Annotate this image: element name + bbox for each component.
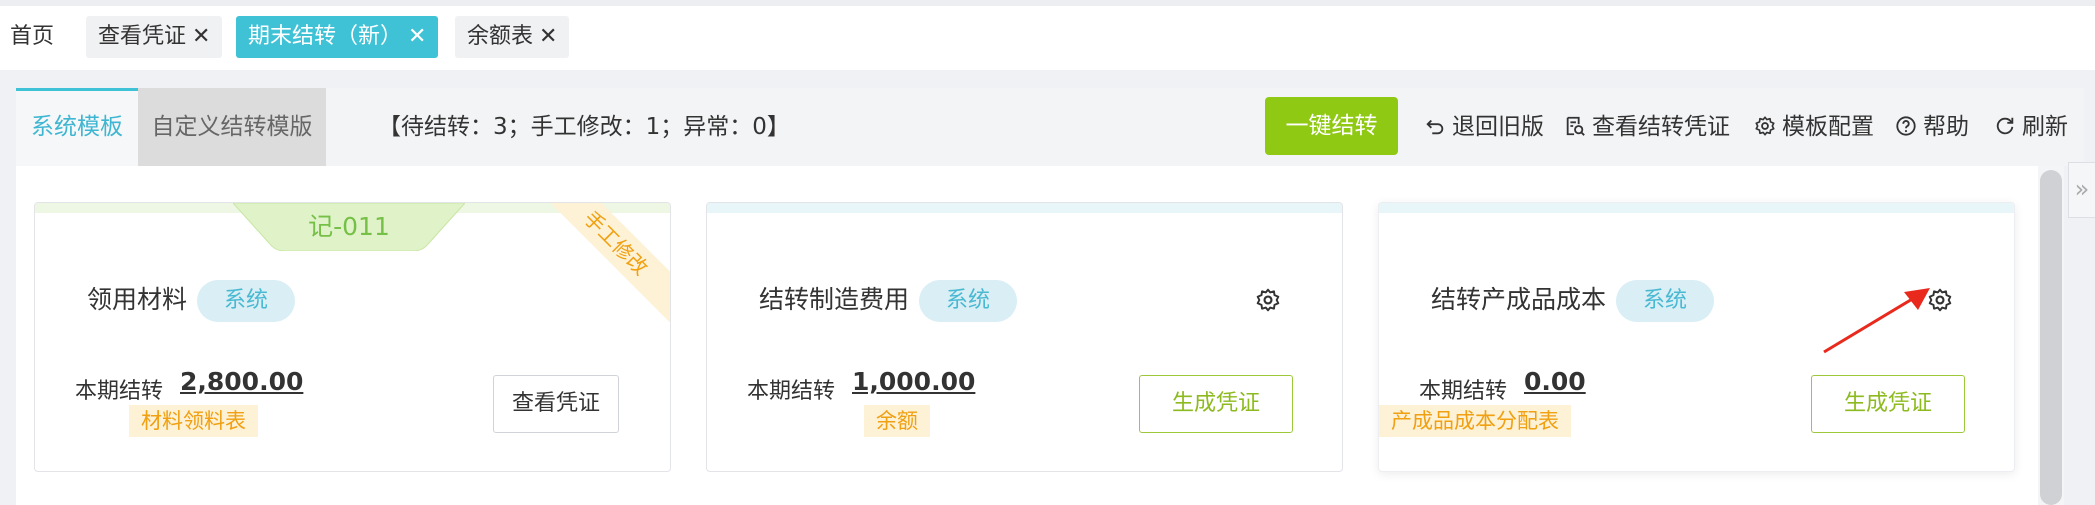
carryover-card-manufacturing-overhead: 结转制造费用 系统 本期结转 1,000.00 余额 生成凭证	[706, 202, 1343, 472]
toolbar-action-label: 帮助	[1923, 114, 1969, 140]
view-voucher-button[interactable]: 查看凭证	[493, 375, 619, 433]
help-button[interactable]: 帮助	[1895, 88, 1969, 166]
tab-home[interactable]: 首页	[10, 16, 54, 58]
help-circle-icon	[1896, 116, 1916, 136]
toolbar-action-label: 模板配置	[1782, 114, 1874, 140]
card-title-text: 结转产成品成本	[1431, 285, 1607, 314]
carryover-card-materials: 记-011 手工修改 领用材料 系统 本期结转 2,800.00 材料领料表 查看…	[34, 202, 671, 472]
one-click-carryover-button[interactable]: 一键结转	[1265, 97, 1398, 155]
refresh-icon	[1996, 117, 2014, 135]
card-title: 结转产成品成本 系统	[1431, 279, 1715, 322]
period-carryover-label: 本期结转	[75, 379, 164, 404]
source-tag[interactable]: 产成品成本分配表	[1379, 405, 1571, 437]
toolbar: 系统模板 自定义结转模版 【待结转：3；手工修改：1；异常：0】 一键结转 退回…	[16, 88, 2084, 166]
source-tag[interactable]: 余额	[864, 405, 930, 437]
card-title: 领用材料 系统	[87, 279, 296, 322]
system-badge: 系统	[919, 280, 1018, 322]
toolbar-action-label: 查看结转凭证	[1592, 114, 1730, 140]
carryover-summary: 【待结转：3；手工修改：1；异常：0】	[378, 114, 790, 140]
close-icon[interactable]: ✕	[408, 24, 426, 49]
tab-system-template[interactable]: 系统模板	[16, 88, 138, 166]
generate-voucher-button[interactable]: 生成凭证	[1139, 375, 1293, 433]
card-title: 结转制造费用 系统	[759, 279, 1018, 322]
tab-label: 查看凭证	[98, 24, 187, 49]
gear-icon[interactable]	[1255, 287, 1281, 313]
period-carryover-label: 本期结转	[1419, 379, 1508, 404]
tab-balance-sheet[interactable]: 余额表 ✕	[455, 16, 570, 58]
tab-period-end-carryover[interactable]: 期末结转（新） ✕	[236, 16, 439, 58]
period-carryover-amount[interactable]: 2,800.00	[180, 367, 303, 396]
card-title-text: 结转制造费用	[759, 285, 910, 314]
toolbar-action-label: 刷新	[2022, 114, 2068, 140]
revert-old-version-button[interactable]: 退回旧版	[1424, 88, 1544, 166]
annotation-arrow-icon	[1823, 288, 1930, 354]
voucher-number-tab[interactable]: 记-011	[233, 203, 465, 251]
refresh-button[interactable]: 刷新	[1994, 88, 2068, 166]
voucher-search-icon	[1566, 116, 1585, 136]
tab-custom-template[interactable]: 自定义结转模版	[138, 88, 326, 166]
tab-home-label: 首页	[10, 24, 55, 49]
tab-view-voucher[interactable]: 查看凭证 ✕	[86, 16, 223, 58]
source-tag[interactable]: 材料领料表	[129, 405, 258, 437]
close-icon[interactable]: ✕	[539, 24, 557, 49]
voucher-number: 记-011	[308, 212, 390, 241]
toolbar-action-label: 退回旧版	[1452, 114, 1544, 140]
generate-voucher-button[interactable]: 生成凭证	[1811, 375, 1965, 433]
template-config-button[interactable]: 模板配置	[1754, 88, 1874, 166]
undo-icon	[1426, 119, 1444, 135]
period-carryover-label: 本期结转	[747, 379, 836, 404]
tab-label: 余额表	[467, 24, 534, 49]
system-badge: 系统	[1616, 280, 1715, 322]
period-carryover-amount[interactable]: 1,000.00	[852, 367, 975, 396]
scrollbar-thumb[interactable]	[2040, 170, 2062, 505]
period-carryover-amount[interactable]: 0.00	[1524, 367, 1586, 396]
card-top-line	[707, 203, 1342, 213]
system-badge: 系统	[197, 280, 296, 322]
card-top-line	[1379, 203, 2014, 213]
manual-edit-ribbon: 手工修改	[532, 203, 670, 327]
card-title-text: 领用材料	[87, 285, 188, 314]
gear-icon	[1755, 116, 1775, 136]
side-panel-collapse-button[interactable]: »	[2068, 162, 2095, 218]
tab-bar: 首页 查看凭证 ✕ 期末结转（新） ✕ 余额表 ✕	[0, 6, 2095, 70]
close-icon[interactable]: ✕	[192, 24, 210, 49]
view-carryover-voucher-button[interactable]: 查看结转凭证	[1564, 88, 1730, 166]
tab-label: 期末结转（新）	[248, 24, 403, 49]
